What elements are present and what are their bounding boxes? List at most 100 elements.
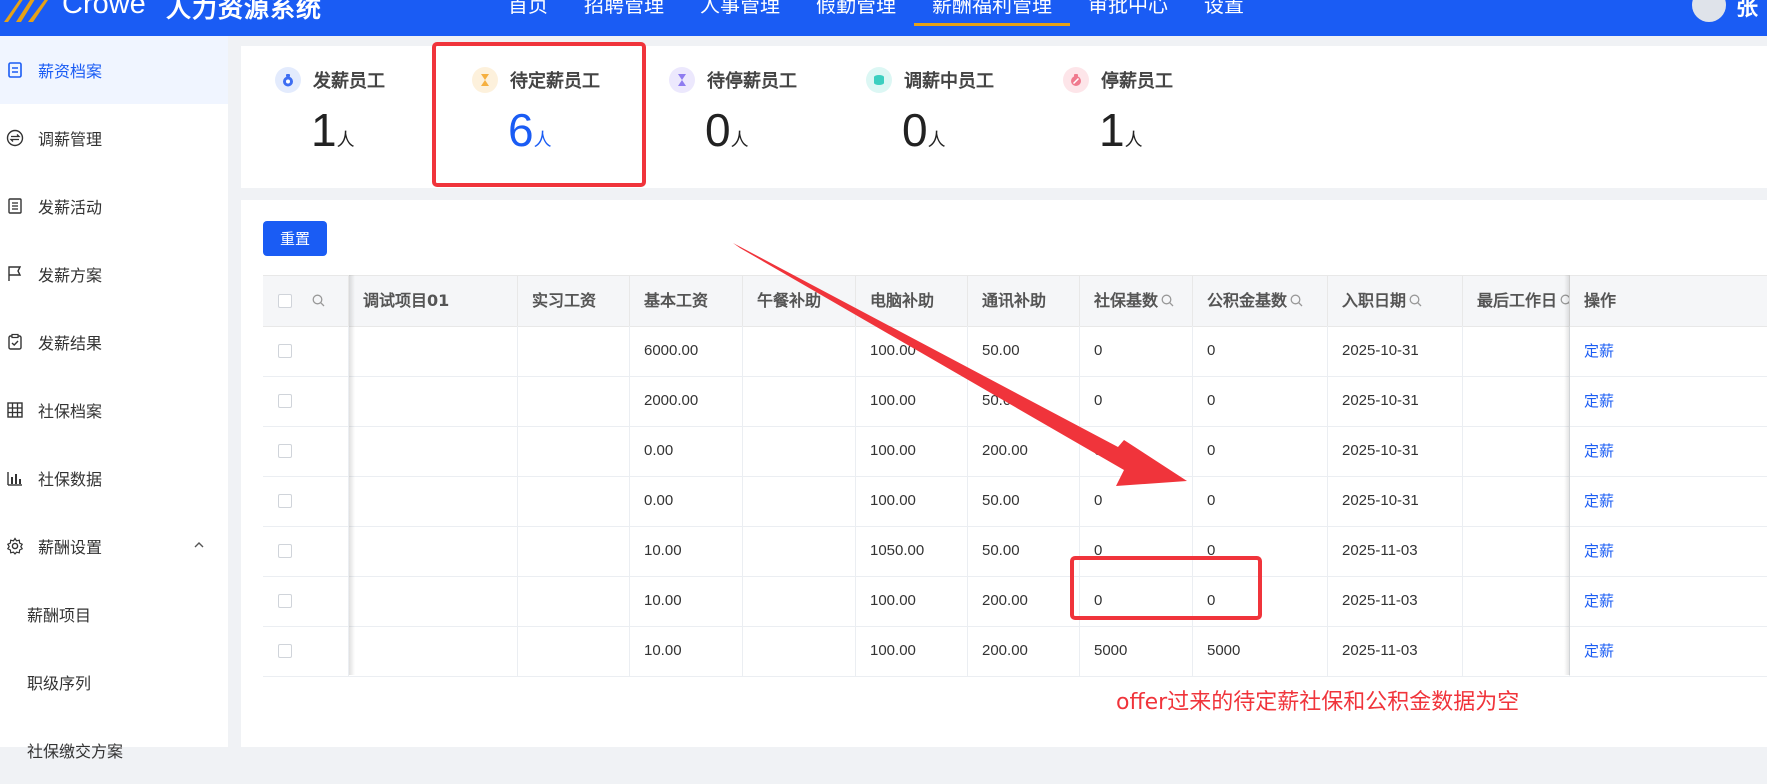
highlight-box-empty-values xyxy=(1070,556,1262,620)
column-header-hire-date: 入职日期 xyxy=(1328,276,1463,326)
chevron-up-icon[interactable] xyxy=(192,538,206,552)
row-checkbox[interactable] xyxy=(278,344,292,358)
table-cell: 10.00 xyxy=(630,626,743,676)
list-icon xyxy=(8,198,22,214)
set-salary-link[interactable]: 定薪 xyxy=(1584,392,1614,410)
nav-home[interactable]: 首页 xyxy=(490,0,566,36)
search-icon[interactable] xyxy=(1290,294,1303,307)
nav-settings[interactable]: 设置 xyxy=(1186,0,1262,36)
table-row: 0.00 100.00 200.00 0 0 2025-10-31 定薪 xyxy=(263,426,1767,477)
table-cell xyxy=(349,626,518,676)
stat-label: 发薪员工 xyxy=(313,71,385,92)
row-checkbox[interactable] xyxy=(278,594,292,608)
crowe-logo-icon xyxy=(4,0,48,22)
column-header: 实习工资 xyxy=(518,276,630,326)
sidebar-item-pay-result[interactable]: 发薪结果 xyxy=(0,308,228,376)
table-cell: 50.00 xyxy=(968,376,1080,426)
nav-recruitment[interactable]: 招聘管理 xyxy=(566,0,682,36)
table-cell xyxy=(518,326,630,376)
nav-personnel[interactable]: 人事管理 xyxy=(682,0,798,36)
system-name: 人力资源系统 xyxy=(166,0,323,23)
sidebar-item-salary-settings[interactable]: 薪酬设置 xyxy=(0,512,228,580)
stat-value: 0人 xyxy=(705,104,749,156)
table-cell-action: 定薪 xyxy=(1570,626,1767,676)
table-cell: 100.00 xyxy=(856,326,968,376)
search-icon[interactable] xyxy=(1161,294,1174,307)
fixed-column-shadow xyxy=(349,275,355,675)
table-cell: 0 xyxy=(1193,476,1328,526)
set-salary-link[interactable]: 定薪 xyxy=(1584,492,1614,510)
table-cell-select xyxy=(263,426,349,476)
table-cell xyxy=(1463,576,1570,626)
table-cell-select xyxy=(263,326,349,376)
reset-button[interactable]: 重置 xyxy=(263,221,327,256)
table-cell-action: 定薪 xyxy=(1570,426,1767,476)
sidebar-subitem-social-plan[interactable]: 社保缴交方案 xyxy=(0,716,228,784)
nav-attendance[interactable]: 假勤管理 xyxy=(798,0,914,36)
column-header: 电脑补助 xyxy=(856,276,968,326)
column-header-social-base: 社保基数 xyxy=(1080,276,1193,326)
set-salary-link[interactable]: 定薪 xyxy=(1584,342,1614,360)
row-checkbox[interactable] xyxy=(278,494,292,508)
table-cell xyxy=(518,376,630,426)
row-checkbox[interactable] xyxy=(278,444,292,458)
set-salary-link[interactable]: 定薪 xyxy=(1584,442,1614,460)
table-cell: 6000.00 xyxy=(630,326,743,376)
sidebar-item-salary-adjust[interactable]: 调薪管理 xyxy=(0,104,228,172)
table-cell xyxy=(349,476,518,526)
table-cell xyxy=(349,526,518,576)
table-cell: 100.00 xyxy=(856,376,968,426)
stat-label: 调薪中员工 xyxy=(904,71,994,92)
stat-pending-stop-employees[interactable]: 待停薪员工 0人 xyxy=(669,64,849,184)
sidebar-subitem-grade-sequence[interactable]: 职级序列 xyxy=(0,648,228,716)
table-cell xyxy=(743,326,856,376)
nav-approval[interactable]: 审批中心 xyxy=(1070,0,1186,36)
table-cell: 0 xyxy=(1193,376,1328,426)
table-cell: 200.00 xyxy=(968,426,1080,476)
table-cell: 0 xyxy=(1080,476,1193,526)
row-checkbox[interactable] xyxy=(278,394,292,408)
sidebar-subitem-salary-items[interactable]: 薪酬项目 xyxy=(0,580,228,648)
sidebar-item-social-archive[interactable]: 社保档案 xyxy=(0,376,228,444)
set-salary-link[interactable]: 定薪 xyxy=(1584,542,1614,560)
sidebar-item-pay-plan[interactable]: 发薪方案 xyxy=(0,240,228,308)
table-cell: 0 xyxy=(1080,376,1193,426)
table-cell xyxy=(743,626,856,676)
table-cell: 5000 xyxy=(1080,626,1193,676)
table-row: 10.00 100.00 200.00 0 0 2025-11-03 定薪 xyxy=(263,576,1767,627)
table-row: 10.00 100.00 200.00 5000 5000 2025-11-03 定薪 xyxy=(263,626,1767,677)
sidebar-item-label: 薪酬设置 xyxy=(38,538,103,557)
table-row: 10.00 1050.00 50.00 0 0 2025-11-03 定薪 xyxy=(263,526,1767,577)
sidebar-item-label: 发薪活动 xyxy=(38,198,103,217)
sidebar: 薪资档案 调薪管理 发薪活动 发薪方案 发薪结果 社保档案 社保数据 薪酬设置 … xyxy=(0,36,228,761)
table-cell: 0 xyxy=(1080,326,1193,376)
stat-adjusting-employees[interactable]: 调薪中员工 0人 xyxy=(866,64,1046,184)
user-avatar[interactable] xyxy=(1692,0,1726,22)
stat-label: 停薪员工 xyxy=(1101,71,1173,92)
table-cell: 0 xyxy=(1193,326,1328,376)
highlight-box-pending-stat xyxy=(432,42,646,187)
nav-payroll[interactable]: 薪酬福利管理 xyxy=(914,0,1070,36)
table-cell-action: 定薪 xyxy=(1570,326,1767,376)
table-cell xyxy=(1463,326,1570,376)
sidebar-item-pay-activity[interactable]: 发薪活动 xyxy=(0,172,228,240)
search-icon[interactable] xyxy=(1409,294,1422,307)
set-salary-link[interactable]: 定薪 xyxy=(1584,592,1614,610)
user-name[interactable]: 张 xyxy=(1736,0,1758,22)
sidebar-item-social-data[interactable]: 社保数据 xyxy=(0,444,228,512)
column-header: 通讯补助 xyxy=(968,276,1080,326)
fixed-column-shadow xyxy=(1564,275,1570,675)
select-all-checkbox[interactable] xyxy=(278,294,292,308)
table-cell: 1050.00 xyxy=(856,526,968,576)
stat-paid-employees[interactable]: 发薪员工 1人 xyxy=(275,64,455,184)
search-icon[interactable] xyxy=(312,294,325,307)
table-cell xyxy=(518,426,630,476)
row-checkbox[interactable] xyxy=(278,644,292,658)
sidebar-item-salary-archive[interactable]: 薪资档案 xyxy=(0,36,228,104)
table-card: 重置 调试项目01 实习工资 基本工资 午餐补助 电脑补助 通讯补助 社保基数 … xyxy=(241,200,1767,747)
row-checkbox[interactable] xyxy=(278,544,292,558)
column-header: 基本工资 xyxy=(630,276,743,326)
set-salary-link[interactable]: 定薪 xyxy=(1584,642,1614,660)
table-cell xyxy=(518,526,630,576)
stat-stopped-employees[interactable]: 停薪员工 1人 xyxy=(1063,64,1243,184)
